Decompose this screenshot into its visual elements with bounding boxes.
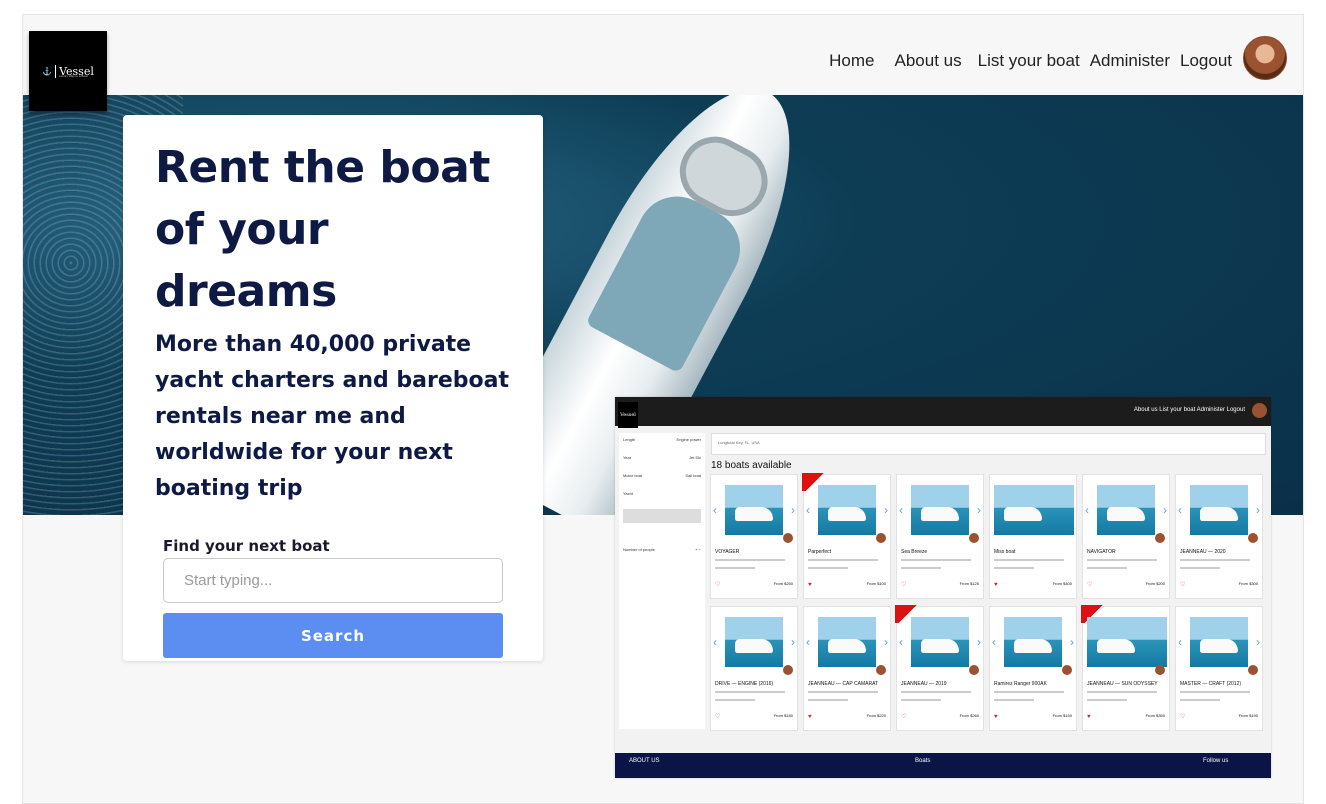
preview-boat-card: Miss boat ♥ From $400 — [989, 474, 1077, 599]
preview-boat-card: JEANNEAU — SUN ODYSSEY ♥ From $350 — [1081, 605, 1170, 731]
heart-icon: ♥ — [994, 582, 998, 588]
main-nav: Home About us List your boat Administer … — [824, 51, 1237, 71]
preview-avatar — [1252, 403, 1267, 418]
brand-tagline: Luxury Way to a Boat — [59, 74, 88, 78]
brand-logo[interactable]: ⚓ Vessel Luxury Way to a Boat — [29, 31, 107, 111]
nav-about[interactable]: About us — [890, 51, 967, 71]
preview-boat-card: ‹ › MASTER — CRAFT (2012) ♡ From $190 — [1175, 606, 1263, 731]
heart-icon: ♥ — [808, 582, 812, 588]
hero-subtitle: More than 40,000 private yacht charters … — [155, 332, 510, 501]
nav-list-boat[interactable]: List your boat — [973, 51, 1085, 71]
heart-icon: ♡ — [1180, 582, 1186, 588]
preview-boat-card: ‹ › Ramirez Ranger 900AK ♥ From $150 — [989, 606, 1077, 731]
preview-footer: ABOUT US Boats Follow us — [615, 753, 1271, 778]
preview-boat-card: ‹ › Parperfect ♥ From $100 — [802, 473, 891, 599]
preview-boat-card: ‹ › VOYAGER ♡ From $250 — [710, 474, 798, 599]
heart-icon: ♡ — [715, 714, 721, 720]
preview-boat-count: 18 boats available — [711, 460, 792, 471]
preview-boat-card: ‹ › JEANNEAU — CAP CAMARAT ♥ From $220 — [803, 606, 891, 731]
preview-filter-sidebar: Length Engine power Year Jet Ski Motor boa… — [619, 433, 705, 729]
preview-boat-card: ‹ › JEANNEAU — 2020 ♡ From $300 — [1175, 474, 1263, 599]
preview-boat-card: ‹ › JEANNEAU — 2019 ♡ From $260 — [895, 605, 984, 731]
nav-logout[interactable]: Logout — [1175, 51, 1237, 71]
find-label: Find your next boat — [163, 537, 330, 555]
preview-location-search: Longboat Key, FL, USA — [711, 433, 1266, 455]
hero-title: Rent the boat of your dreams — [155, 142, 490, 317]
search-button[interactable]: Search — [163, 613, 503, 658]
preview-boat-grid: ‹ › VOYAGER ♡ From $250 ‹ › Parperfect ♥ From $1… — [710, 473, 1266, 731]
hero-search-card: Rent the boat of your dreams More than 4… — [123, 115, 543, 661]
heart-icon: ♥ — [808, 714, 812, 720]
preview-nav-links: About us List your boat Administer Logou… — [1133, 407, 1245, 413]
preview-navbar: Vessel About us List your boat Administe… — [615, 397, 1271, 428]
heart-icon: ♡ — [715, 582, 721, 588]
nav-administer[interactable]: Administer — [1085, 51, 1175, 71]
listing-preview-screenshot: Vessel About us List your boat Administe… — [615, 397, 1271, 778]
navbar: ⚓ Vessel Luxury Way to a Boat Home About… — [23, 15, 1303, 111]
heart-icon: ♡ — [1180, 714, 1186, 720]
user-avatar[interactable] — [1243, 36, 1287, 80]
anchor-icon: ⚓ — [42, 66, 53, 76]
preview-boat-card: ‹ › Sea Breeze ♡ From $125 — [896, 474, 984, 599]
preview-boat-card: ‹ › DRIVE — ENGINE (2016) ♡ From $180 — [710, 606, 798, 731]
preview-boat-card: ‹ › NAVIGATOR ♡ From $200 — [1082, 474, 1170, 599]
heart-icon: ♥ — [1087, 714, 1091, 720]
heart-icon: ♡ — [1087, 582, 1093, 588]
heart-icon: ♥ — [994, 714, 998, 720]
preview-logo: Vessel — [618, 402, 638, 428]
heart-icon: ♡ — [901, 714, 907, 720]
nav-home[interactable]: Home — [824, 51, 879, 71]
heart-icon: ♡ — [901, 582, 907, 588]
boat-search-input[interactable] — [163, 558, 503, 603]
preview-range-slider — [623, 509, 701, 523]
